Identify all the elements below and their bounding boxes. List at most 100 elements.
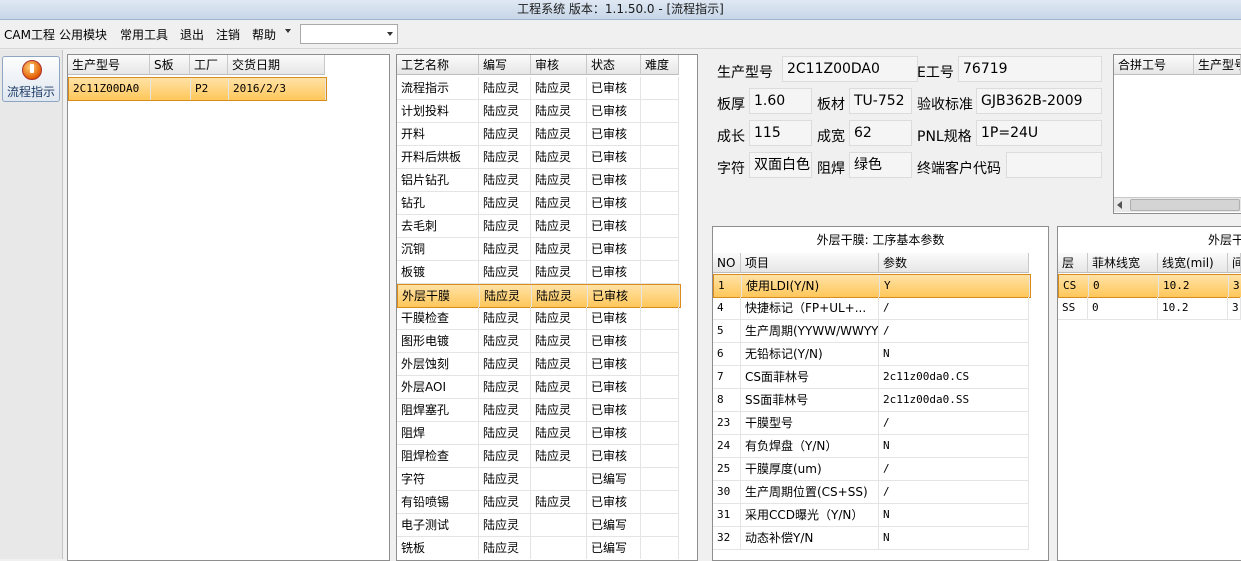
layers-col-film-width[interactable]: 菲林线宽 bbox=[1088, 253, 1158, 273]
length-label: 成长 bbox=[717, 129, 745, 145]
param-no-cell: 5 bbox=[713, 320, 741, 342]
process-reviewer-cell: 陆应灵 bbox=[531, 353, 587, 375]
process-row[interactable]: 字符 陆应灵 已编写 bbox=[397, 468, 679, 491]
param-row[interactable]: 6 无铅标记(Y/N) N bbox=[713, 343, 1029, 366]
process-row[interactable]: 图形电镀 陆应灵 陆应灵 已审核 bbox=[397, 330, 679, 353]
process-col-status[interactable]: 状态 bbox=[587, 55, 641, 75]
char-field[interactable]: 双面白色 bbox=[749, 152, 812, 178]
process-row[interactable]: 板镀 陆应灵 陆应灵 已审核 bbox=[397, 261, 679, 284]
order-s-cell bbox=[151, 78, 191, 100]
combine-col-model[interactable]: 生产型号 bbox=[1194, 55, 1241, 75]
param-row[interactable]: 5 生产周期(YYWW/WWYY) / bbox=[713, 320, 1029, 343]
customer-field[interactable] bbox=[1006, 152, 1102, 178]
process-col-reviewer[interactable]: 审核 bbox=[531, 55, 587, 75]
order-model-cell: 2C11Z00DA0 bbox=[69, 78, 151, 100]
param-no-cell: 23 bbox=[713, 412, 741, 434]
param-row[interactable]: 24 有负焊盘（Y/N） N bbox=[713, 435, 1029, 458]
width-field[interactable]: 62 bbox=[849, 120, 912, 146]
menu-logout[interactable]: 注销 bbox=[216, 26, 240, 43]
menu-help[interactable]: 帮助 bbox=[252, 26, 276, 43]
param-row[interactable]: 30 生产周期位置(CS+SS) / bbox=[713, 481, 1029, 504]
process-row[interactable]: 沉铜 陆应灵 陆应灵 已审核 bbox=[397, 238, 679, 261]
process-row[interactable]: 外层AOI 陆应灵 陆应灵 已审核 bbox=[397, 376, 679, 399]
layer-row[interactable]: SS 0 10.2 3 bbox=[1058, 297, 1241, 320]
combo-arrow-icon[interactable] bbox=[387, 32, 393, 36]
process-row[interactable]: 阻焊 陆应灵 陆应灵 已审核 bbox=[397, 422, 679, 445]
param-item-cell: 生产周期(YYWW/WWYY) bbox=[741, 320, 879, 342]
layer-row[interactable]: CS 0 10.2 3 bbox=[1058, 274, 1241, 298]
combine-scrollbar[interactable] bbox=[1114, 197, 1241, 212]
process-row[interactable]: 有铅喷锡 陆应灵 陆应灵 已审核 bbox=[397, 491, 679, 514]
orders-col-factory[interactable]: 工厂 bbox=[190, 55, 228, 75]
process-row[interactable]: 外层蚀刻 陆应灵 陆应灵 已审核 bbox=[397, 353, 679, 376]
process-row[interactable]: 去毛刺 陆应灵 陆应灵 已审核 bbox=[397, 215, 679, 238]
scroll-left-icon[interactable] bbox=[1117, 201, 1122, 209]
params-col-item[interactable]: 项目 bbox=[741, 253, 879, 273]
process-status-cell: 已审核 bbox=[587, 238, 641, 260]
orders-col-model[interactable]: 生产型号 bbox=[68, 55, 150, 75]
flow-indicator-button[interactable]: 流程指示 bbox=[2, 56, 60, 102]
menu-cam[interactable]: CAM工程 bbox=[4, 26, 55, 43]
params-col-no[interactable]: NO bbox=[713, 253, 741, 273]
standard-field[interactable]: GJB362B-2009 bbox=[976, 88, 1102, 114]
param-item-cell: 采用CCD曝光（Y/N） bbox=[741, 504, 879, 526]
pnl-field[interactable]: 1P=24U bbox=[976, 120, 1102, 146]
menu-public-module[interactable]: 公用模块 bbox=[59, 26, 107, 43]
mask-field[interactable]: 绿色 bbox=[849, 152, 912, 178]
orders-col-s[interactable]: S板 bbox=[150, 55, 190, 75]
param-row[interactable]: 7 CS面菲林号 2c11z00da0.CS bbox=[713, 366, 1029, 389]
orders-col-delivery[interactable]: 交货日期 bbox=[228, 55, 325, 75]
param-row[interactable]: 25 干膜厚度(um) / bbox=[713, 458, 1029, 481]
process-difficulty-cell bbox=[641, 468, 679, 490]
layers-col-layer[interactable]: 层 bbox=[1058, 253, 1088, 273]
process-row[interactable]: 铝片钻孔 陆应灵 陆应灵 已审核 bbox=[397, 169, 679, 192]
eno-field[interactable]: 76719 bbox=[958, 56, 1102, 82]
param-row[interactable]: 8 SS面菲林号 2c11z00da0.SS bbox=[713, 389, 1029, 412]
toolbar-combo[interactable] bbox=[300, 24, 398, 44]
process-row[interactable]: 流程指示 陆应灵 陆应灵 已审核 bbox=[397, 77, 679, 100]
order-row[interactable]: 2C11Z00DA0 P2 2016/2/3 bbox=[68, 77, 327, 101]
process-writer-cell: 陆应灵 bbox=[479, 330, 531, 352]
param-item-cell: CS面菲林号 bbox=[741, 366, 879, 388]
param-row[interactable]: 32 动态补偿Y/N N bbox=[713, 527, 1029, 550]
process-row[interactable]: 开料 陆应灵 陆应灵 已审核 bbox=[397, 123, 679, 146]
params-rows: 1 使用LDI(Y/N) Y 4 快捷标记（FP+UL+.../5 生产周期(YYWW/W… bbox=[713, 274, 1031, 558]
process-row[interactable]: 电子测试 陆应灵 已编写 bbox=[397, 514, 679, 537]
process-name-cell: 计划投料 bbox=[397, 100, 479, 122]
help-dropdown-arrow-icon[interactable] bbox=[285, 29, 291, 33]
eno-label: E工号 bbox=[917, 65, 954, 81]
menu-common-tools[interactable]: 常用工具 bbox=[120, 26, 168, 43]
process-col-writer[interactable]: 编写 bbox=[479, 55, 531, 75]
params-col-value[interactable]: 参数 bbox=[879, 253, 1029, 273]
width-label: 成宽 bbox=[817, 129, 845, 145]
info-form: 生产型号 2C11Z00DA0 E工号 76719 板厚 1.60 板材 TU-… bbox=[708, 52, 1108, 212]
param-no-cell: 1 bbox=[714, 275, 742, 297]
layers-col-gap[interactable]: 间 bbox=[1228, 253, 1241, 273]
process-difficulty-cell bbox=[641, 491, 679, 513]
param-row[interactable]: 31 采用CCD曝光（Y/N） N bbox=[713, 504, 1029, 527]
material-field[interactable]: TU-752 bbox=[849, 88, 912, 114]
process-row[interactable]: 计划投料 陆应灵 陆应灵 已审核 bbox=[397, 100, 679, 123]
process-col-name[interactable]: 工艺名称 bbox=[397, 55, 479, 75]
process-row[interactable]: 铣板 陆应灵 已编写 bbox=[397, 537, 679, 559]
process-row[interactable]: 钻孔 陆应灵 陆应灵 已审核 bbox=[397, 192, 679, 215]
param-row[interactable]: 1 使用LDI(Y/N) Y bbox=[713, 274, 1031, 298]
scroll-thumb[interactable] bbox=[1130, 199, 1240, 211]
process-row[interactable]: 外层干膜 陆应灵 陆应灵 已审核 bbox=[397, 284, 681, 308]
process-row[interactable]: 开料后烘板 陆应灵 陆应灵 已审核 bbox=[397, 146, 679, 169]
process-row[interactable]: 阻焊塞孔 陆应灵 陆应灵 已审核 bbox=[397, 399, 679, 422]
process-col-difficulty[interactable]: 难度 bbox=[641, 55, 679, 75]
layers-col-line-width[interactable]: 线宽(mil) bbox=[1158, 253, 1228, 273]
process-row[interactable]: 干膜检查 陆应灵 陆应灵 已审核 bbox=[397, 307, 679, 330]
process-row[interactable]: 阻焊检查 陆应灵 陆应灵 已审核 bbox=[397, 445, 679, 468]
process-status-cell: 已审核 bbox=[587, 422, 641, 444]
process-reviewer-cell: 陆应灵 bbox=[531, 192, 587, 214]
combine-col-no[interactable]: 合拼工号 bbox=[1114, 55, 1194, 75]
param-row[interactable]: 23 干膜型号 / bbox=[713, 412, 1029, 435]
length-field[interactable]: 115 bbox=[749, 120, 812, 146]
process-name-cell: 板镀 bbox=[397, 261, 479, 283]
param-row[interactable]: 4 快捷标记（FP+UL+... / bbox=[713, 297, 1029, 320]
model-field[interactable]: 2C11Z00DA0 bbox=[782, 56, 918, 82]
menu-exit[interactable]: 退出 bbox=[180, 26, 204, 43]
thickness-field[interactable]: 1.60 bbox=[749, 88, 812, 114]
